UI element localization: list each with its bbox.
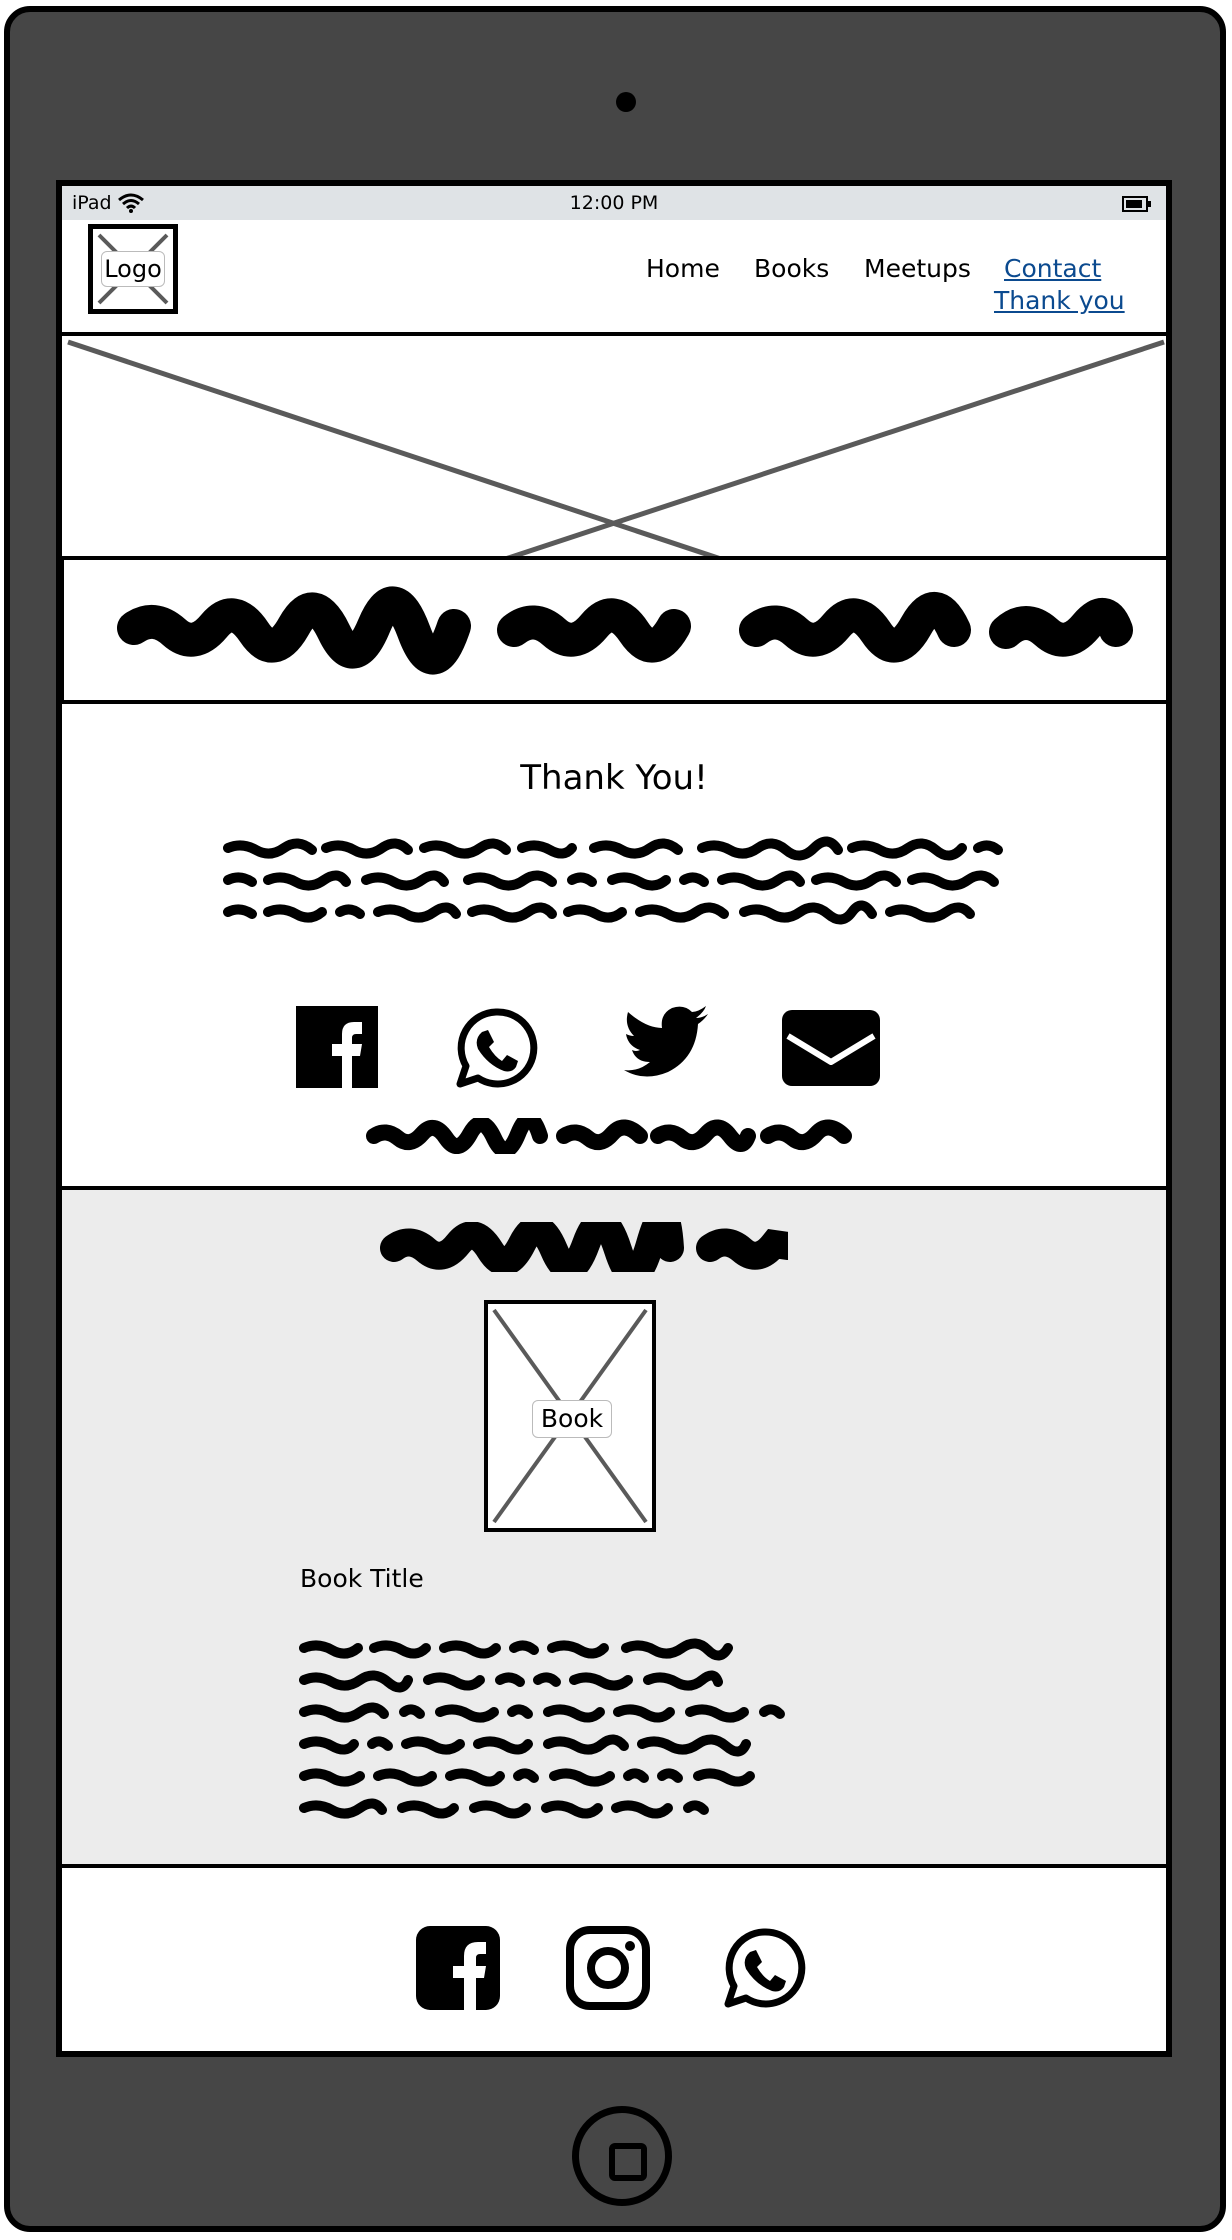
status-bar: iPad 12:00 PM bbox=[62, 186, 1166, 220]
logo[interactable]: Logo bbox=[88, 224, 178, 314]
footer-whatsapp-icon[interactable] bbox=[722, 1926, 806, 2010]
footer bbox=[62, 1864, 1166, 2051]
banner-text-scribble bbox=[117, 586, 1133, 675]
footer-instagram-icon[interactable] bbox=[566, 1926, 650, 2010]
logo-label: Logo bbox=[101, 251, 165, 287]
home-button[interactable] bbox=[572, 2106, 672, 2206]
footer-facebook-icon[interactable] bbox=[416, 1926, 500, 2010]
book-title: Book Title bbox=[300, 1564, 424, 1593]
nav-thank-you[interactable]: Thank you bbox=[994, 286, 1125, 315]
facebook-icon[interactable] bbox=[296, 1006, 378, 1088]
thank-you-section: Thank You! bbox=[62, 706, 1166, 1186]
books-heading-scribble bbox=[380, 1222, 830, 1272]
book-image-label: Book bbox=[532, 1400, 612, 1438]
status-time: 12:00 PM bbox=[569, 192, 659, 214]
screen: iPad 12:00 PM Logo Home Books Meetups Co… bbox=[56, 180, 1172, 2057]
nav-contact[interactable]: Contact bbox=[1004, 254, 1101, 283]
books-section: Book Book Title bbox=[62, 1186, 1166, 1868]
top-navigation: Logo Home Books Meetups Contact Thank yo… bbox=[62, 220, 1166, 330]
nav-home[interactable]: Home bbox=[646, 254, 720, 283]
book-image-placeholder[interactable]: Book bbox=[484, 1300, 656, 1532]
hero-banner bbox=[62, 556, 1166, 704]
thank-you-text-scribble bbox=[223, 836, 1003, 925]
whatsapp-icon[interactable] bbox=[454, 1006, 538, 1090]
nav-meetups[interactable]: Meetups bbox=[864, 254, 971, 283]
hero-image-placeholder bbox=[62, 332, 1166, 567]
nav-books[interactable]: Books bbox=[754, 254, 829, 283]
social-caption-scribble bbox=[366, 1118, 852, 1154]
thank-you-heading: Thank You! bbox=[520, 758, 708, 798]
email-icon[interactable] bbox=[782, 1010, 880, 1086]
twitter-icon[interactable] bbox=[624, 1006, 710, 1078]
book-description-scribble bbox=[299, 1638, 785, 1819]
battery-icon bbox=[1122, 196, 1151, 212]
camera-dot bbox=[616, 92, 636, 112]
